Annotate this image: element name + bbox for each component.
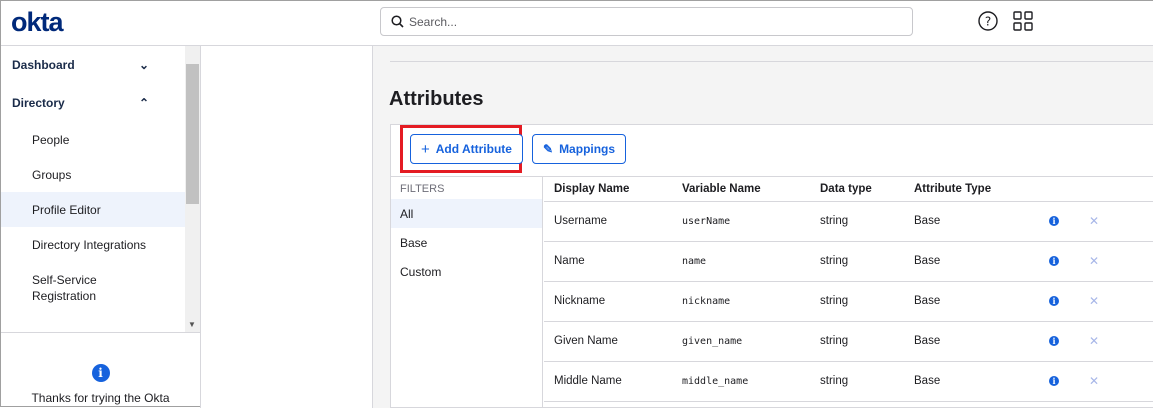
info-cell: i [1039,281,1079,322]
info-icon: i [91,364,110,382]
info-cell: i [1039,201,1079,242]
divider [390,61,1153,62]
data-type: string [810,241,904,282]
apps-grid-icon[interactable] [1013,11,1033,31]
okta-logo[interactable]: okta [11,7,64,38]
toolbar: + Add Attribute ✎ Mappings [391,125,1153,177]
info-icon[interactable]: i [1049,296,1059,306]
attribute-type: Base [904,321,1039,362]
attribute-type: Base [904,201,1039,242]
blank-panel [201,46,373,408]
attribute-type: Base [904,361,1039,402]
info-icon[interactable]: i [1049,376,1059,386]
button-label: Mappings [559,142,616,156]
data-type: string [810,321,904,362]
display-name: Username [544,201,672,242]
mappings-button[interactable]: ✎ Mappings [532,134,627,164]
data-type: string [810,361,904,402]
display-name: Middle Name [544,361,672,402]
svg-text:?: ? [985,15,991,29]
table-row[interactable]: Middle Name middle_name string Base i ✕ [544,361,1153,402]
info-icon[interactable]: i [1049,336,1059,346]
trial-text: Thanks for trying the Okta [31,391,170,405]
filters-panel: FILTERS All Base Custom [391,177,543,407]
sidebar-item-directory-integrations[interactable]: Directory Integrations [1,227,185,262]
close-icon[interactable]: ✕ [1089,334,1099,348]
scroll-down-icon[interactable]: ▼ [188,320,196,329]
variable-name: name [672,241,810,282]
table-row[interactable]: Given Name given_name string Base i ✕ [544,321,1153,362]
info-cell: i [1039,241,1079,282]
main-content: Attributes + Add Attribute ✎ Mappings FILT… [373,46,1153,408]
sidebar-item-self-service-registration[interactable]: Self-Service Registration [1,262,131,314]
sidebar-item-profile-editor[interactable]: Profile Editor [1,192,185,227]
table-row[interactable]: Username userName string Base i ✕ [544,201,1153,242]
button-label: Add Attribute [435,142,512,156]
filters-title: FILTERS [400,183,445,195]
delete-cell: ✕ [1079,281,1153,322]
sidebar-item-groups[interactable]: Groups [1,157,185,192]
attribute-type: Base [904,281,1039,322]
display-name: Given Name [544,321,672,362]
filter-all[interactable]: All [391,199,542,228]
section-label: Directory [12,96,65,110]
close-icon[interactable]: ✕ [1089,214,1099,228]
delete-cell: ✕ [1079,361,1153,402]
close-icon[interactable]: ✕ [1089,374,1099,388]
sidebar-section-directory[interactable]: Directory ⌃ [1,84,185,122]
section-label: Dashboard [12,58,75,72]
info-icon[interactable]: i [1049,256,1059,266]
close-icon[interactable]: ✕ [1089,254,1099,268]
column-header [1039,177,1079,202]
scrollbar-thumb[interactable] [186,64,199,204]
sidebar-item-people[interactable]: People [1,122,185,157]
top-bar: okta Search... ? [1,1,1153,46]
chevron-down-icon: ⌄ [138,58,149,72]
chevron-up-icon: ⌃ [138,96,149,110]
filter-custom[interactable]: Custom [391,257,542,286]
filter-base[interactable]: Base [391,228,542,257]
close-icon[interactable]: ✕ [1089,294,1099,308]
variable-name: middle_name [672,361,810,402]
attributes-card: + Add Attribute ✎ Mappings FILTERS All Bas… [390,124,1153,408]
sidebar-scrollbar[interactable]: ▼ [185,46,200,332]
divider [1,332,200,333]
variable-name: userName [672,201,810,242]
info-icon[interactable]: i [1049,216,1059,226]
variable-name: nickname [672,281,810,322]
sidebar-section-dashboard[interactable]: Dashboard ⌄ [1,46,185,84]
search-placeholder: Search... [409,14,458,29]
column-header [1079,177,1153,202]
data-type: string [810,281,904,322]
trial-notice: i Thanks for trying the Okta [1,364,200,405]
info-cell: i [1039,361,1079,402]
page-title: Attributes [389,88,484,110]
table-row[interactable]: Name name string Base i ✕ [544,241,1153,282]
sidebar-nav: Dashboard ⌄ Directory ⌃ People Groups Prof… [1,46,185,332]
column-header: Attribute Type [904,177,1039,202]
delete-cell: ✕ [1079,241,1153,282]
pencil-icon: ✎ [543,142,554,156]
column-header: Display Name [544,177,672,202]
display-name: Nickname [544,281,672,322]
info-cell: i [1039,321,1079,362]
variable-name: given_name [672,321,810,362]
column-header: Data type [810,177,904,202]
data-type: string [810,201,904,242]
search-input[interactable]: Search... [380,7,913,36]
table-row[interactable]: Nickname nickname string Base i ✕ [544,281,1153,322]
add-attribute-button[interactable]: + Add Attribute [410,134,523,164]
delete-cell: ✕ [1079,201,1153,242]
column-header: Variable Name [672,177,810,202]
attribute-type: Base [904,241,1039,282]
display-name: Name [544,241,672,282]
sidebar: Dashboard ⌄ Directory ⌃ People Groups Prof… [1,46,201,408]
help-icon[interactable]: ? [978,11,998,31]
plus-icon: + [421,140,430,158]
delete-cell: ✕ [1079,321,1153,362]
search-icon [391,15,404,28]
attributes-table: Display Name Variable Name Data type Att… [544,177,1153,402]
